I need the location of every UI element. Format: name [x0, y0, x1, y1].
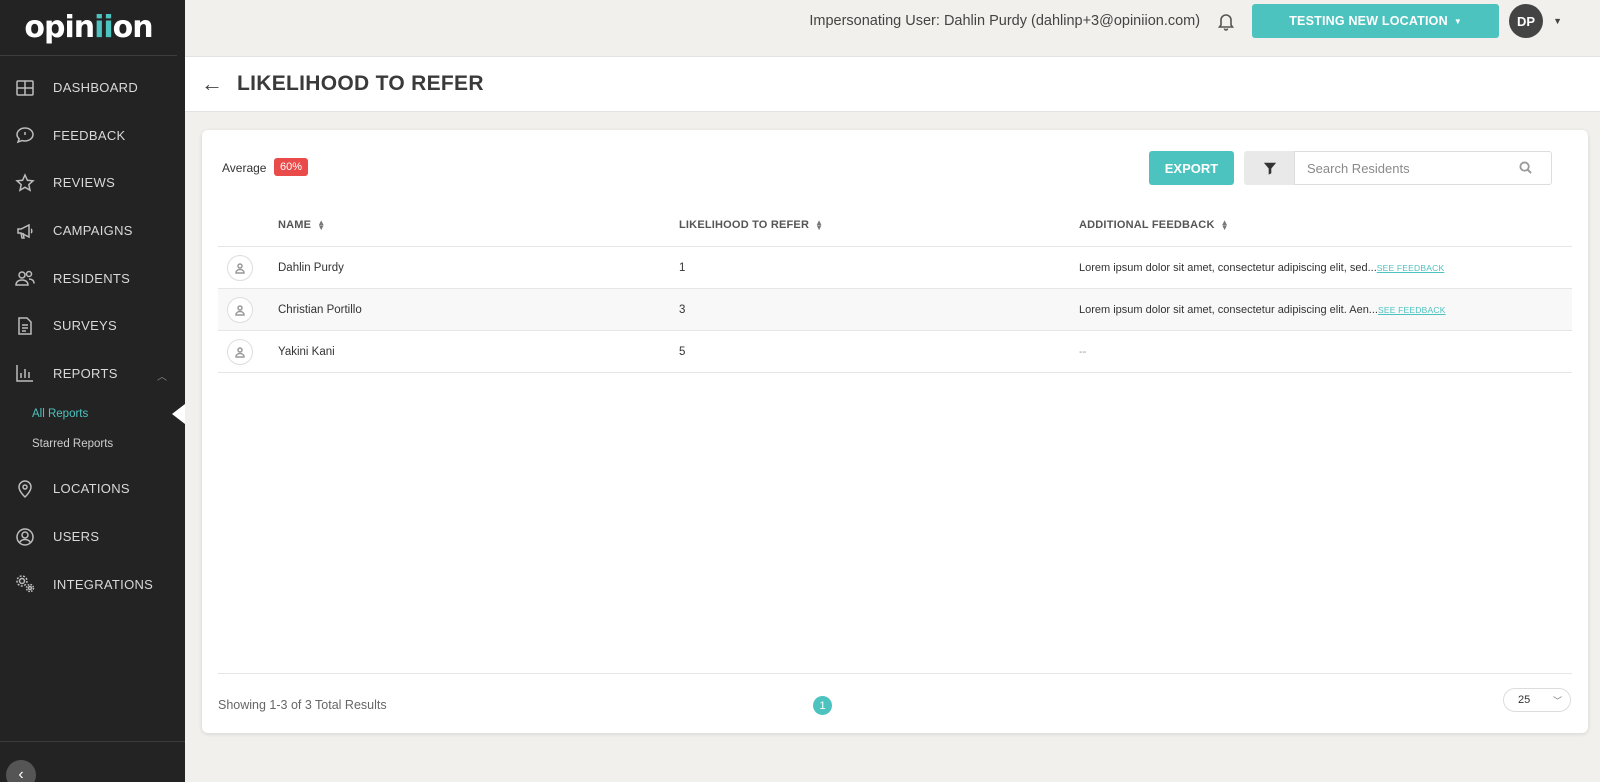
sidebar-item-campaigns[interactable]: CAMPAIGNS: [0, 207, 185, 255]
table-row[interactable]: Yakini Kani 5 --: [218, 331, 1572, 373]
sidebar: opiniion DASHBOARD FEEDBACK REVIEWS CAMP…: [0, 0, 185, 782]
people-icon: [14, 267, 36, 289]
sidebar-item-locations[interactable]: LOCATIONS: [0, 465, 185, 513]
chevron-down-icon: ﹀: [1552, 695, 1562, 706]
likelihood-score: 1: [679, 261, 686, 274]
pagination-page[interactable]: 1: [813, 696, 832, 715]
chat-bubble-icon: [14, 124, 36, 146]
sort-icon[interactable]: ▲ ▼: [815, 219, 823, 232]
see-feedback-link[interactable]: SEE FEEDBACK: [1377, 263, 1445, 273]
bell-icon[interactable]: [1216, 11, 1236, 31]
chevron-left-icon: ‹: [18, 766, 24, 782]
resident-name: Christian Portillo: [278, 303, 362, 316]
caret-down-icon: ▼: [1453, 16, 1462, 26]
resident-name: Dahlin Purdy: [278, 261, 344, 274]
sidebar-item-label: CAMPAIGNS: [53, 223, 133, 239]
sidebar-item-surveys[interactable]: SURVEYS: [0, 302, 185, 350]
table-row[interactable]: Christian Portillo 3 Lorem ipsum dolor s…: [218, 289, 1572, 331]
sidebar-nav: DASHBOARD FEEDBACK REVIEWS CAMPAIGNS RES…: [0, 64, 185, 397]
results-count: Showing 1-3 of 3 Total Results: [218, 698, 387, 712]
document-icon: [14, 315, 36, 337]
filter-button[interactable]: [1244, 151, 1295, 185]
per-page-select[interactable]: 25 ﹀: [1503, 688, 1571, 712]
page-header: ← LIKELIHOOD TO REFER: [185, 56, 1600, 112]
sidebar-item-reviews[interactable]: REVIEWS: [0, 159, 185, 207]
impersonating-text: Impersonating User: Dahlin Purdy (dahlin…: [809, 13, 1201, 29]
resident-name: Yakini Kani: [278, 345, 335, 358]
back-arrow-icon[interactable]: ←: [201, 71, 223, 97]
filter-icon: [1263, 162, 1276, 175]
search-input[interactable]: [1295, 160, 1515, 176]
sidebar-item-label: REVIEWS: [53, 175, 116, 191]
column-header-feedback[interactable]: ADDITIONAL FEEDBACK ▲ ▼: [1079, 219, 1572, 232]
sidebar-item-label: RESIDENTS: [53, 270, 131, 286]
sidebar-item-label: INTEGRATIONS: [53, 576, 154, 592]
sidebar-item-dashboard[interactable]: DASHBOARD: [0, 64, 185, 112]
average-label: Average: [222, 161, 267, 175]
user-icon: [227, 254, 253, 281]
map-pin-icon: [14, 478, 36, 500]
sort-icon[interactable]: ▲ ▼: [1221, 219, 1229, 232]
feedback-text: --: [1079, 345, 1087, 358]
table-row[interactable]: Dahlin Purdy 1 Lorem ipsum dolor sit ame…: [218, 247, 1572, 289]
feedback-text: Lorem ipsum dolor sit amet, consectetur …: [1079, 303, 1378, 316]
bar-chart-icon: [14, 362, 36, 384]
export-button[interactable]: EXPORT: [1149, 151, 1234, 185]
search-icon[interactable]: [1519, 161, 1533, 175]
sort-icon[interactable]: ▲ ▼: [317, 219, 325, 232]
sidebar-item-label: LOCATIONS: [53, 481, 130, 497]
per-page-value: 25: [1518, 694, 1531, 706]
megaphone-icon: [14, 220, 36, 242]
user-circle-icon: [14, 526, 36, 548]
table-header: NAME ▲ ▼ LIKELIHOOD TO REFER ▲ ▼ ADDITIONA…: [218, 204, 1572, 247]
star-icon: [14, 172, 36, 194]
footer-divider: [218, 673, 1572, 674]
sidebar-item-reports[interactable]: REPORTS ︿: [0, 350, 185, 398]
column-header-likelihood[interactable]: LIKELIHOOD TO REFER ▲ ▼: [679, 219, 1079, 232]
sidebar-item-integrations[interactable]: INTEGRATIONS: [0, 560, 185, 608]
gears-icon: [14, 573, 36, 595]
feedback-text: Lorem ipsum dolor sit amet, consectetur …: [1079, 261, 1377, 274]
sidebar-item-residents[interactable]: RESIDENTS: [0, 254, 185, 302]
grid-icon: [14, 77, 36, 99]
page-title: LIKELIHOOD TO REFER: [237, 72, 484, 95]
chevron-up-icon: ︿: [157, 371, 167, 383]
user-icon: [227, 338, 253, 365]
column-header-name[interactable]: NAME ▲ ▼: [278, 219, 679, 232]
sidebar-item-label: SURVEYS: [53, 318, 117, 334]
top-bar: Impersonating User: Dahlin Purdy (dahlin…: [185, 0, 1600, 42]
sidebar-item-feedback[interactable]: FEEDBACK: [0, 112, 185, 160]
user-icon: [227, 296, 253, 323]
average-badge: 60%: [274, 158, 309, 176]
location-selector-button[interactable]: TESTING NEW LOCATION ▼: [1252, 4, 1500, 38]
sidebar-item-users[interactable]: USERS: [0, 513, 185, 561]
search-box: [1294, 151, 1552, 185]
subnav-starred-reports[interactable]: Starred Reports: [0, 429, 185, 459]
sidebar-nav-lower: LOCATIONS USERS INTEGRATIONS: [0, 465, 185, 608]
results-table: NAME ▲ ▼ LIKELIHOOD TO REFER ▲ ▼ ADDITIONA…: [218, 204, 1572, 373]
caret-down-icon[interactable]: ▼: [1553, 16, 1562, 26]
sidebar-item-label: REPORTS: [53, 365, 118, 381]
sidebar-item-label: DASHBOARD: [53, 80, 139, 96]
sidebar-item-label: USERS: [53, 529, 100, 545]
location-label: TESTING NEW LOCATION: [1289, 14, 1448, 28]
brand-logo[interactable]: opiniion: [0, 0, 177, 56]
subnav-all-reports[interactable]: All Reports: [0, 399, 185, 429]
sidebar-item-label: FEEDBACK: [53, 127, 126, 143]
reports-subnav: All Reports Starred Reports: [0, 397, 185, 465]
report-card: Average 60% EXPORT NAME ▲▼ LIKELIHOOD TO…: [202, 130, 1588, 733]
likelihood-score: 5: [679, 345, 686, 358]
see-feedback-link[interactable]: SEE FEEDBACK: [1378, 305, 1446, 315]
avatar[interactable]: DP: [1509, 4, 1544, 38]
sidebar-divider: [0, 741, 185, 742]
collapse-sidebar-button[interactable]: ‹: [6, 760, 36, 782]
likelihood-score: 3: [679, 303, 686, 316]
